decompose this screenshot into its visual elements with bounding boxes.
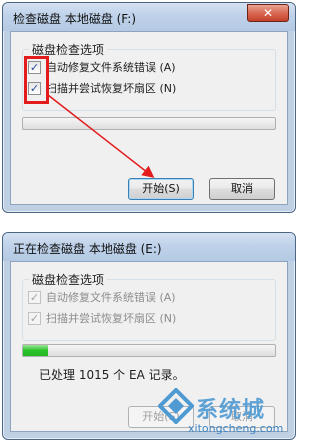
progress-bar <box>22 344 276 357</box>
progress-bar <box>22 117 276 130</box>
watermark-domain: xitongcheng.com <box>188 422 284 435</box>
checkbox-highlight-box <box>24 56 49 104</box>
window-title: 正在检查磁盘 本地磁盘 (E:) <box>13 242 162 256</box>
scan-recover-label: 扫描并尝试恢复坏扇区 (N) <box>46 312 177 325</box>
title-bar: 检查磁盘 本地磁盘 (F:) ✕ <box>3 3 295 31</box>
check-disk-dialog-f: 检查磁盘 本地磁盘 (F:) ✕ 磁盘检查选项 ✓ 自动修复文件系统错误 (A)… <box>2 2 296 213</box>
progress-fill <box>23 345 49 356</box>
watermark-logo-icon <box>158 388 194 424</box>
auto-fix-label: 自动修复文件系统错误 (A) <box>46 61 176 74</box>
auto-fix-label: 自动修复文件系统错误 (A) <box>46 291 176 304</box>
group-label: 磁盘检查选项 <box>29 271 108 288</box>
site-watermark: 系统城 xitongcheng.com <box>158 388 298 442</box>
cancel-button[interactable]: 取消 <box>209 178 275 200</box>
scan-recover-checkbox: ✓ <box>28 312 41 325</box>
window-title: 检查磁盘 本地磁盘 (F:) <box>13 12 137 26</box>
auto-fix-checkbox: ✓ <box>28 291 41 304</box>
start-button[interactable]: 开始(S) <box>128 178 194 200</box>
disk-check-options-group: 磁盘检查选项 ✓ 自动修复文件系统错误 (A) ✓ 扫描并尝试恢复坏扇区 (N) <box>22 41 276 111</box>
status-text: 已处理 1015 个 EA 记录。 <box>39 368 185 382</box>
title-bar: 正在检查磁盘 本地磁盘 (E:) <box>3 233 295 261</box>
disk-check-options-group: 磁盘检查选项 ✓ 自动修复文件系统错误 (A) ✓ 扫描并尝试恢复坏扇区 (N) <box>22 271 276 341</box>
dialog-body: 磁盘检查选项 ✓ 自动修复文件系统错误 (A) ✓ 扫描并尝试恢复坏扇区 (N)… <box>10 31 288 205</box>
scan-recover-label: 扫描并尝试恢复坏扇区 (N) <box>46 82 177 95</box>
close-button[interactable]: ✕ <box>247 4 289 22</box>
watermark-brand: 系统城 <box>196 398 266 423</box>
